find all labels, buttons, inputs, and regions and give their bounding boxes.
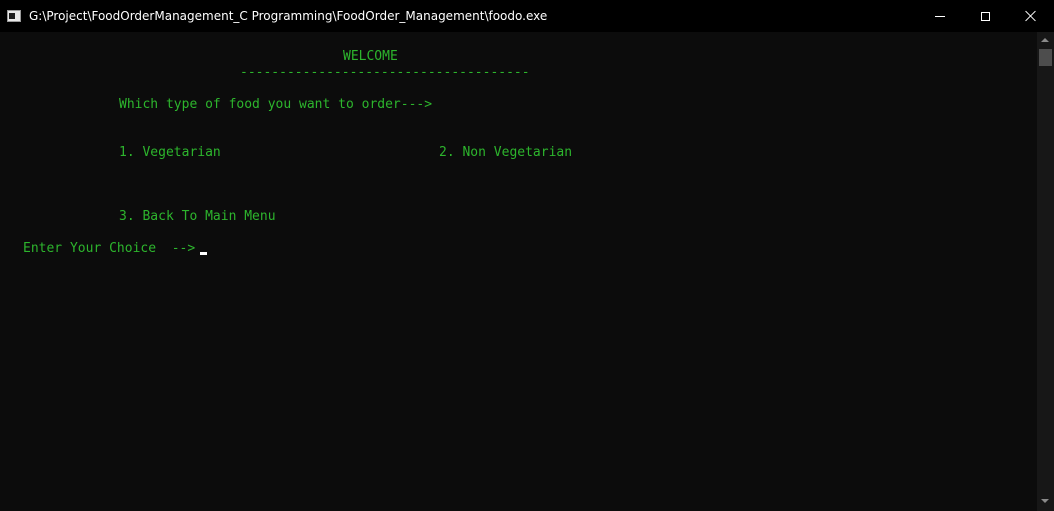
choice-input-prompt: Enter Your Choice --> bbox=[23, 241, 196, 256]
scrollbar-thumb[interactable] bbox=[1039, 49, 1052, 66]
option-back-main-menu: 3. Back To Main Menu bbox=[119, 209, 276, 224]
close-button[interactable] bbox=[1008, 0, 1054, 32]
scroll-up-icon[interactable] bbox=[1041, 38, 1049, 42]
console-window: G:\Project\FoodOrderManagement_C Program… bbox=[0, 0, 1054, 511]
option-vegetarian: 1. Vegetarian bbox=[119, 145, 221, 160]
welcome-divider: ------------------------------------- bbox=[240, 65, 530, 80]
title-bar[interactable]: G:\Project\FoodOrderManagement_C Program… bbox=[0, 0, 1054, 32]
minimize-button[interactable] bbox=[917, 0, 963, 32]
welcome-heading: WELCOME bbox=[343, 49, 398, 64]
option-non-vegetarian: 2. Non Vegetarian bbox=[439, 145, 573, 160]
window-title: G:\Project\FoodOrderManagement_C Program… bbox=[29, 9, 548, 23]
console-output[interactable]: WELCOME --------------------------------… bbox=[0, 32, 1037, 511]
console-app-icon[interactable] bbox=[7, 10, 21, 22]
text-cursor bbox=[200, 252, 207, 255]
maximize-button[interactable] bbox=[962, 0, 1008, 32]
close-icon bbox=[1025, 10, 1037, 22]
food-type-prompt: Which type of food you want to order---> bbox=[119, 97, 433, 112]
maximize-icon bbox=[980, 11, 990, 21]
vertical-scrollbar[interactable] bbox=[1037, 32, 1054, 511]
minimize-icon bbox=[935, 15, 945, 17]
scroll-down-icon[interactable] bbox=[1041, 499, 1049, 503]
